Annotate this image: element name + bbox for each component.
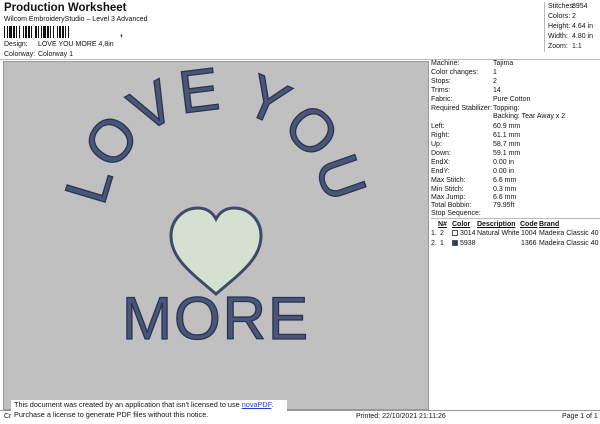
design-label: Design: [4,41,28,48]
colorway-value: Colorway 1 [37,51,73,58]
notice-line-1: This document was created by an applicat… [14,400,274,409]
barcode-bar [50,26,51,38]
barcode-bar [7,26,8,38]
barcode-bar [9,26,12,38]
barcode-bar [28,26,30,38]
heart-shape [169,206,263,296]
design-preview: LOVE YOU MORE [3,61,429,410]
barcode-bar [23,26,24,38]
design-text-love-you: LOVE YOU [52,62,380,211]
barcode-tail: , [120,28,123,39]
thread-code: 1004 [521,230,537,237]
color-code: 3014 [460,230,476,237]
color-description: Natural White [477,230,520,237]
col-header-brand: Brand [539,221,560,228]
summary-panel: Stitches:8954 Colors: 2 Height: 4.64 in Wi… [544,2,600,52]
page-number: Page 1 of 1 [562,413,598,420]
thread-code: 1366 [521,240,537,247]
col-header-color: Color [452,221,471,228]
barcode-bar [31,26,32,38]
color-swatch [452,240,458,246]
design-row: Design: LOVE YOU MORE 4,8in [4,41,114,48]
stop-sequence-divider [431,218,600,219]
color-swatch [452,230,458,236]
barcode-bar [35,26,37,38]
barcode-bar [38,26,39,38]
barcode [4,26,69,38]
barcode-bar [16,26,17,38]
summary-colors: Colors: 2 [548,13,576,20]
barcode-bar [59,26,61,38]
barcode-bar [62,26,64,38]
barcode-bar [65,26,66,38]
barcode-bar [4,26,5,38]
embroidery-artwork: LOVE YOU MORE [51,62,380,353]
summary-zoom: Zoom: 1:1 [548,43,582,50]
col-header-n: N# [438,221,447,228]
thread-brand: Madeira Classic 40 [539,230,599,237]
barcode-bar [19,26,20,38]
stop-number: 1. [431,230,437,237]
barcode-bar [43,26,46,38]
printed-timestamp: Printed: 22/10/2021 21:11:26 [356,413,446,420]
barcode-bar [47,26,49,38]
novapdf-link[interactable]: novaPDF [242,400,272,409]
colorway-label: Colorway: [4,51,36,58]
barcode-bar [41,26,42,38]
color-code: 5938 [460,240,476,247]
software-subtitle: Wilcom EmbroideryStudio – Level 3 Advanc… [4,16,148,23]
barcode-bar [25,26,27,38]
barcode-bar [53,26,54,38]
summary-stitches: Stitches:8954 [548,3,588,10]
col-header-description: Description [477,221,516,228]
summary-height: Height: 4.64 in [548,23,594,30]
thread-brand: Madeira Classic 40 [539,240,599,247]
barcode-bar [68,26,69,38]
colorway-row: Colorway: Colorway 1 [4,51,73,58]
design-value: LOVE YOU MORE 4,8in [37,41,114,48]
barcode-bar [13,26,15,38]
design-text-more: MORE [122,285,310,352]
needle-number: 1 [440,240,444,247]
stop-number: 2. [431,240,437,247]
license-notice: This document was created by an applicat… [11,400,287,422]
summary-width: Width: 4.80 in [548,33,594,40]
worksheet-title: Production Worksheet [4,2,127,14]
stop-sequence-title: Stop Sequence: [431,210,481,217]
barcode-bar [57,26,58,38]
properties-panel: Machine: Tajima Color changes: 1 Stops: 2 T… [431,60,600,247]
notice-line-2: Purchase a license to generate PDF files… [14,410,209,419]
needle-number: 2 [440,230,444,237]
col-header-code: Code [520,221,538,228]
